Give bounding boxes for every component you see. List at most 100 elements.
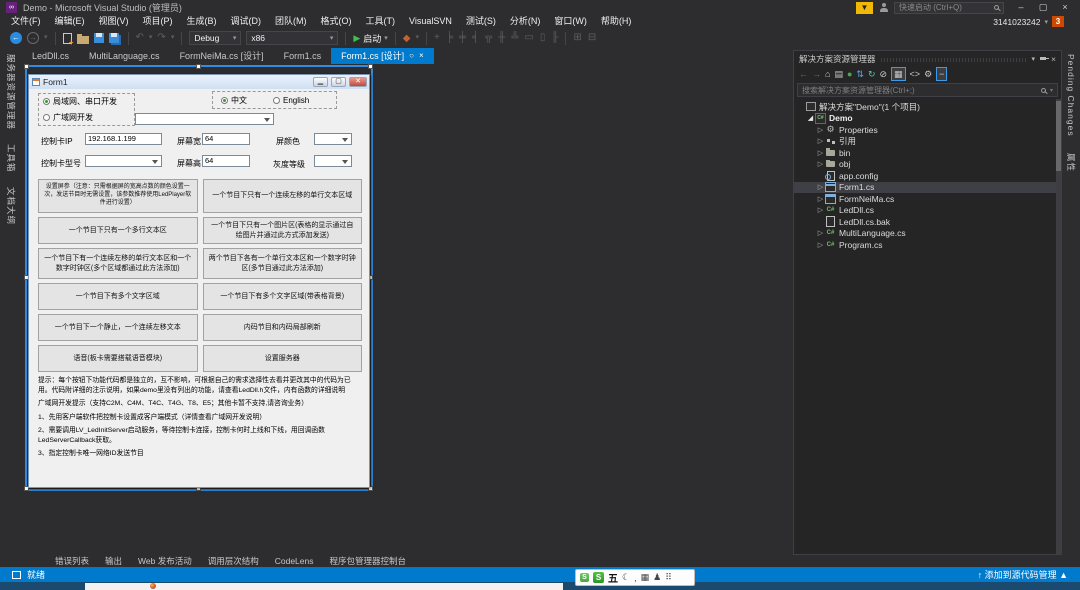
- screen-width-input[interactable]: 64: [202, 133, 250, 145]
- form-designer-surface[interactable]: Form1 ▁ ▢ ✕ 局域网、串口开发广域网开发 中文English 控制卡I…: [22, 64, 790, 555]
- right-rail-tab-属性[interactable]: 属性: [1065, 153, 1077, 172]
- forward-icon[interactable]: →: [812, 68, 821, 80]
- tab-MultiLanguage.cs[interactable]: MultiLanguage.cs: [79, 48, 170, 64]
- notification-badge[interactable]: 3: [1052, 16, 1064, 27]
- tree-item-LedDll.cs.bak[interactable]: LedDll.cs.bak: [794, 216, 1061, 228]
- ip-input[interactable]: 192.168.1.199: [85, 133, 162, 145]
- collapsed-arrow-icon[interactable]: ▷: [816, 183, 825, 191]
- view-code-icon[interactable]: <>: [910, 68, 921, 80]
- menu-文件(F)[interactable]: 文件(F): [4, 15, 48, 28]
- switch-views-icon[interactable]: ▤: [834, 68, 843, 80]
- menu-视图(V)[interactable]: 视图(V): [92, 15, 136, 28]
- solution-search-box[interactable]: 搜索解决方案资源管理器(Ctrl+;) ▾: [797, 83, 1058, 97]
- collapse-all-icon[interactable]: ⊘: [879, 68, 887, 80]
- collapsed-arrow-icon[interactable]: ▷: [816, 229, 825, 237]
- menu-生成(B)[interactable]: 生成(B): [180, 15, 224, 28]
- expanded-arrow-icon[interactable]: ◢: [806, 114, 815, 122]
- menu-工具(T)[interactable]: 工具(T): [359, 15, 403, 28]
- align-bottoms-icon[interactable]: ╩: [511, 31, 518, 45]
- menu-测试(S)[interactable]: 测试(S): [459, 15, 503, 28]
- form-function-button-1[interactable]: 设置屏参（注意：只需根据屏的宽高点数的颜色设置一次，发送节目时无需设置，该参数推…: [38, 179, 198, 213]
- left-rail-tab-工具箱[interactable]: 工具箱: [5, 144, 17, 173]
- left-rail-tab-服务器资源管理器[interactable]: 服务器资源管理器: [5, 54, 17, 130]
- make-same-height-icon[interactable]: ▯: [540, 31, 546, 45]
- tree-item-obj[interactable]: ▷obj: [794, 159, 1061, 171]
- designed-form-window[interactable]: Form1 ▁ ▢ ✕ 局域网、串口开发广域网开发 中文English 控制卡I…: [28, 74, 370, 488]
- account-id[interactable]: 3141023242: [993, 17, 1040, 27]
- align-tops-icon[interactable]: ╦: [485, 31, 492, 45]
- menu-帮助(H)[interactable]: 帮助(H): [594, 15, 639, 28]
- attach-process-icon[interactable]: ◆: [403, 33, 411, 44]
- dev-mode-radio[interactable]: 广域网开发: [43, 112, 134, 123]
- menu-编辑(E)[interactable]: 编辑(E): [48, 15, 92, 28]
- bottom-tab-CodeLens[interactable]: CodeLens: [275, 556, 314, 566]
- tree-item-引用[interactable]: ▷引用: [794, 136, 1061, 148]
- menu-VisualSVN[interactable]: VisualSVN: [402, 15, 459, 28]
- nav-dropdown-icon[interactable]: ▾: [44, 31, 48, 45]
- ime-moon-icon[interactable]: ☾: [622, 572, 630, 583]
- home-icon[interactable]: ⌂: [825, 68, 830, 80]
- add-to-source-control[interactable]: ↑ 添加到源代码管理 ▲: [978, 568, 1068, 581]
- refresh-icon[interactable]: ↻: [868, 68, 876, 80]
- close-button[interactable]: ×: [1054, 1, 1076, 14]
- gray-level-combobox[interactable]: [314, 155, 352, 167]
- search-options-icon[interactable]: ▾: [1050, 87, 1053, 94]
- left-rail-tab-文档大纲[interactable]: 文档大纲: [5, 187, 17, 225]
- form-maximize-button[interactable]: ▢: [331, 77, 346, 87]
- open-file-icon[interactable]: [77, 36, 89, 44]
- form-close-button[interactable]: ✕: [349, 77, 367, 87]
- tree-item-Form1.cs[interactable]: ▷Form1.cs: [794, 182, 1061, 194]
- tree-scrollbar[interactable]: [1056, 99, 1061, 554]
- properties-icon[interactable]: ⚙: [924, 68, 932, 80]
- collapsed-arrow-icon[interactable]: ▷: [816, 206, 825, 214]
- form-function-button-10[interactable]: 内码节目和内码局部刷新: [203, 314, 363, 341]
- menu-窗口(W)[interactable]: 窗口(W): [547, 15, 594, 28]
- form-function-button-11[interactable]: 语音(板卡需要搭载语音模块): [38, 345, 198, 372]
- tab-close-icon[interactable]: ×: [419, 50, 424, 62]
- collapsed-arrow-icon[interactable]: ▷: [816, 126, 825, 134]
- redo-icon[interactable]: ↷: [157, 31, 165, 45]
- tab-LedDll.cs[interactable]: LedDll.cs: [22, 48, 79, 64]
- sync-with-active-document-icon[interactable]: ⇅: [856, 68, 864, 80]
- menu-分析(N)[interactable]: 分析(N): [503, 15, 548, 28]
- card-model-combobox[interactable]: [85, 155, 162, 167]
- form-function-button-4[interactable]: 一个节目下只有一个图片区(表格的显示通过自绘图片并通过此方式添加发送): [203, 217, 363, 244]
- ime-toolbar[interactable]: S S 五 ☾ , ▦ ♟ ⠿: [575, 569, 695, 586]
- send-to-back-icon[interactable]: ⊟: [588, 31, 596, 45]
- tree-item-Program.cs[interactable]: ▷C#Program.cs: [794, 239, 1061, 251]
- solution-explorer-header[interactable]: 解决方案资源管理器 ▾ ×: [794, 51, 1061, 66]
- tree-item-FormNeiMa.cs[interactable]: ▷FormNeiMa.cs: [794, 193, 1061, 205]
- align-lefts-icon[interactable]: ╞: [446, 31, 453, 45]
- bottom-tab-输出[interactable]: 输出: [105, 555, 122, 567]
- selection-handle[interactable]: [196, 64, 201, 69]
- collapsed-arrow-icon[interactable]: ▷: [816, 137, 825, 145]
- start-debug-button[interactable]: ▶ 启动 ▾: [353, 32, 387, 45]
- ime-logo-small-icon[interactable]: S: [580, 573, 589, 582]
- bottom-tab-程序包管理器控制台[interactable]: 程序包管理器控制台: [330, 555, 407, 567]
- form-function-button-5[interactable]: 一个节目下有一个连续左移的单行文本区和一个数字时钟区(多个区域都通过此方法添加): [38, 248, 198, 279]
- tab-FormNeiMa.cs [设计][interactable]: FormNeiMa.cs [设计]: [170, 48, 274, 64]
- tree-item-MultiLanguage.cs[interactable]: ▷C#MultiLanguage.cs: [794, 228, 1061, 240]
- tree-item-解决方案"Demo"(1 个项目)[interactable]: 解决方案"Demo"(1 个项目): [794, 101, 1061, 113]
- tab-Form1.cs [设计][interactable]: Form1.cs [设计]○×: [331, 48, 434, 64]
- save-icon[interactable]: [94, 33, 104, 43]
- toolbar-overflow-icon[interactable]: ▾: [415, 31, 419, 45]
- save-all-icon[interactable]: [109, 33, 119, 43]
- form-function-button-6[interactable]: 两个节目下各有一个单行文本区和一个数字时钟区(多节目通过此方法添加): [203, 248, 363, 279]
- form-function-button-2[interactable]: 一个节目下只有一个连续左移的单行文本区域: [203, 179, 363, 213]
- back-icon[interactable]: ←: [799, 68, 808, 80]
- configuration-select[interactable]: Debug▾: [189, 31, 241, 45]
- ime-menu-icon[interactable]: ⠿: [665, 572, 672, 583]
- form-function-button-3[interactable]: 一个节目下只有一个多行文本区: [38, 217, 198, 244]
- preview-selected-items-icon[interactable]: −: [936, 67, 947, 81]
- collapsed-arrow-icon[interactable]: ▷: [816, 195, 825, 203]
- tree-item-Demo[interactable]: ◢C#Demo: [794, 113, 1061, 125]
- window-position-icon[interactable]: ▾: [1032, 55, 1036, 63]
- bottom-tab-错误列表[interactable]: 错误列表: [55, 555, 89, 567]
- wan-combobox[interactable]: [135, 113, 274, 125]
- ime-logo-icon[interactable]: S: [593, 572, 604, 583]
- ime-keyboard-icon[interactable]: ▦: [641, 572, 650, 583]
- tree-item-Properties[interactable]: ▷⚙Properties: [794, 124, 1061, 136]
- navigate-forward-icon[interactable]: →: [27, 32, 39, 44]
- collapsed-arrow-icon[interactable]: ▷: [816, 149, 825, 157]
